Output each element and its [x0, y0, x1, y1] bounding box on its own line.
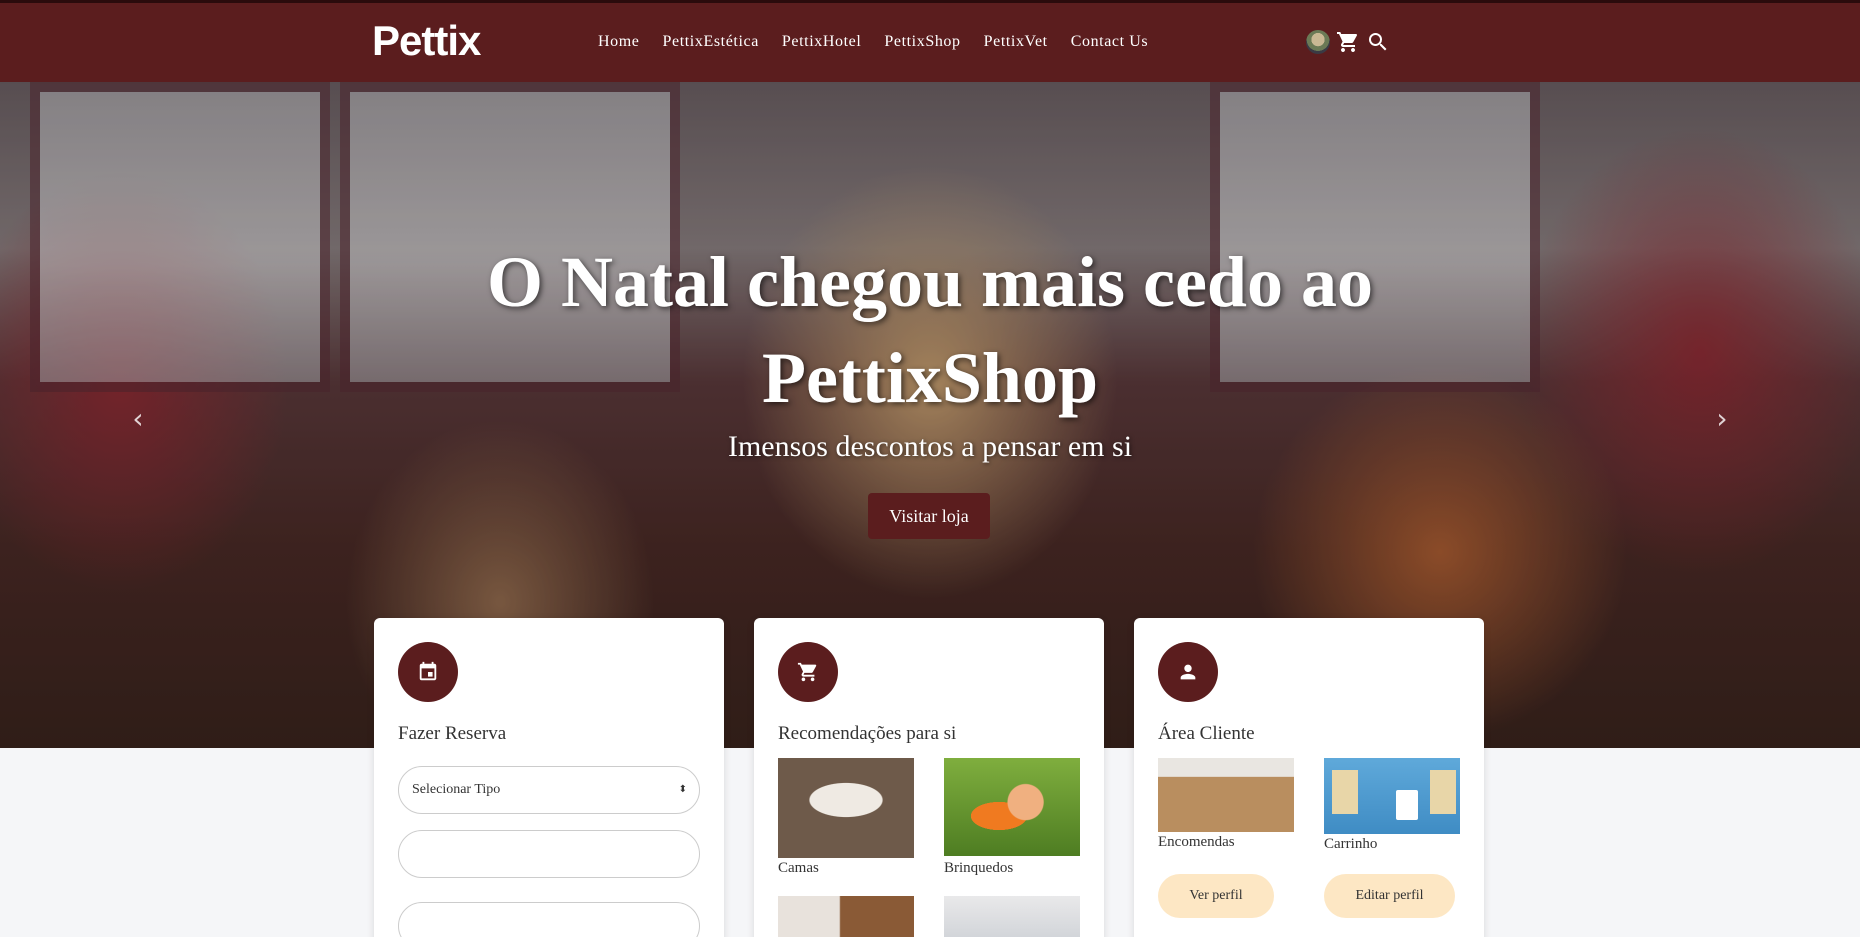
person-icon: [1158, 642, 1218, 702]
nav-home[interactable]: Home: [598, 33, 640, 51]
reservation-title: Fazer Reserva: [398, 723, 507, 744]
nav-pettix-vet[interactable]: PettixVet: [984, 33, 1048, 51]
illustration-part: [1332, 770, 1358, 814]
client-area-card: Área Cliente Encomendas Carrinho Ver per…: [1134, 618, 1484, 937]
hero-subtitle: Imensos descontos a pensar em si: [727, 430, 1133, 463]
search-icon[interactable]: [1366, 30, 1390, 54]
reservation-card: Fazer Reserva Selecionar Tipo ⬍: [374, 618, 724, 937]
nav-pettix-shop[interactable]: PettixShop: [884, 33, 960, 51]
visit-shop-button[interactable]: Visitar loja: [868, 493, 990, 539]
cart-label[interactable]: Carrinho: [1324, 836, 1377, 853]
nav-icons: [1306, 30, 1390, 54]
pettix-logo[interactable]: Pettix: [372, 17, 481, 65]
hero-title: O Natal chegou mais cedo ao PettixShop: [487, 242, 1373, 418]
main-nav: Home PettixEstética PettixHotel PettixSh…: [598, 33, 1171, 51]
select-caret-icon: ⬍: [678, 784, 687, 795]
orders-image[interactable]: [1158, 758, 1294, 832]
calendar-icon: [398, 642, 458, 702]
nav-contact-us[interactable]: Contact Us: [1071, 33, 1149, 51]
reservation-input[interactable]: [398, 830, 700, 878]
toy-product-image[interactable]: [944, 758, 1080, 856]
illustration-part: [1430, 770, 1456, 814]
nav-pettix-hotel[interactable]: PettixHotel: [782, 33, 861, 51]
reservation-type-select[interactable]: Selecionar Tipo ⬍: [398, 766, 700, 814]
category-label-camas[interactable]: Camas: [778, 860, 819, 877]
shopping-cart-icon: [778, 642, 838, 702]
nav-pettix-estetica[interactable]: PettixEstética: [663, 33, 759, 51]
chevron-right-icon[interactable]: ›: [1712, 404, 1732, 434]
shopping-bag-icon: [1396, 790, 1418, 820]
cart-icon[interactable]: [1336, 30, 1360, 54]
category-label-brinquedos[interactable]: Brinquedos: [944, 860, 1013, 877]
client-area-title: Área Cliente: [1158, 723, 1255, 744]
product-image[interactable]: [944, 896, 1080, 937]
logo-text: Pettix: [372, 17, 481, 64]
recommendations-title: Recomendações para si: [778, 723, 957, 744]
avatar[interactable]: [1306, 30, 1330, 54]
view-profile-button[interactable]: Ver perfil: [1158, 874, 1274, 918]
recommendations-card: Recomendações para si Camas Brinquedos: [754, 618, 1104, 937]
edit-profile-button[interactable]: Editar perfil: [1324, 874, 1455, 918]
reservation-input[interactable]: [398, 902, 700, 937]
chevron-left-icon[interactable]: ‹: [128, 404, 148, 434]
product-image[interactable]: [778, 896, 914, 937]
orders-label[interactable]: Encomendas: [1158, 834, 1235, 851]
top-navbar: Pettix Home PettixEstética PettixHotel P…: [0, 0, 1860, 82]
cart-image[interactable]: [1324, 758, 1460, 834]
bed-product-image[interactable]: [778, 758, 914, 858]
